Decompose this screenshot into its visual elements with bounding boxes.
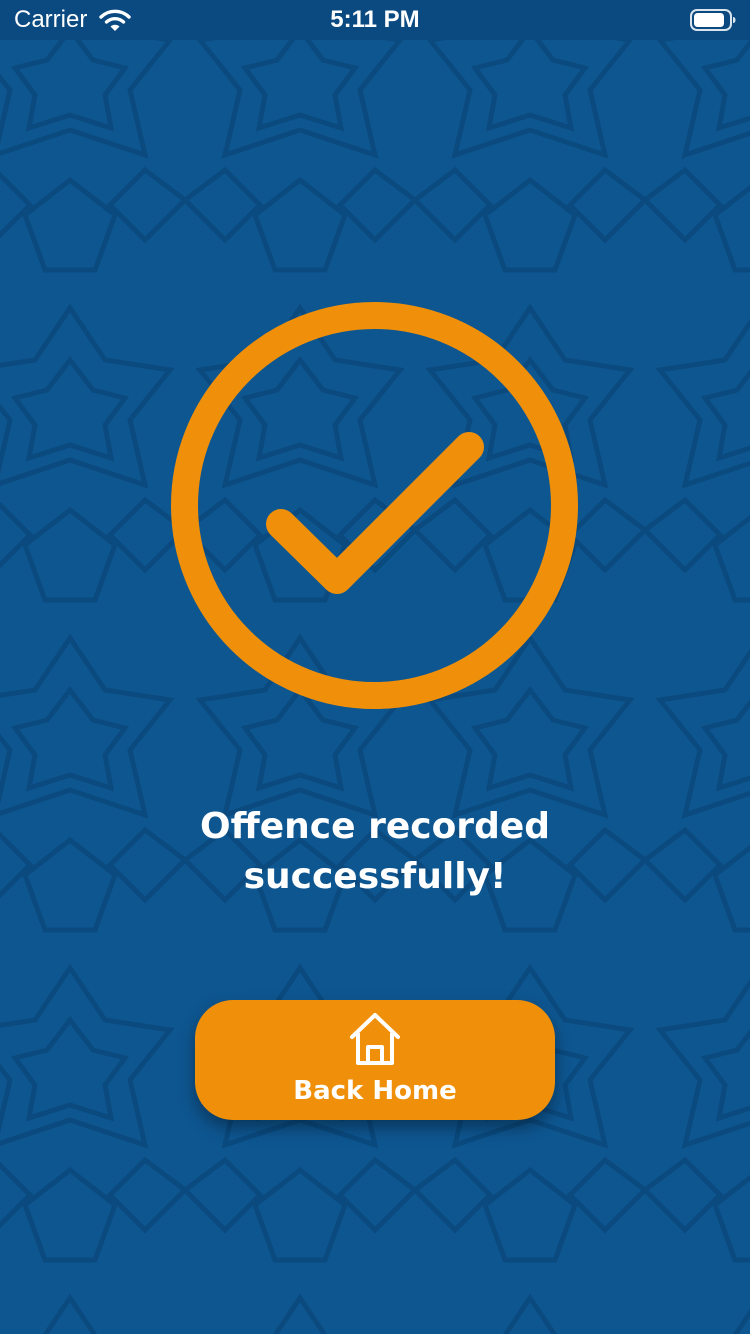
confirmation-screen: Carrier 5:11 PM Offence recorded success… xyxy=(0,0,750,1334)
back-home-button[interactable]: Back Home xyxy=(195,1000,555,1120)
success-message-line-1: Offence recorded xyxy=(199,806,551,847)
home-icon xyxy=(350,1013,400,1065)
battery-icon xyxy=(690,9,736,31)
success-message-line-2: successfully! xyxy=(243,856,507,897)
success-message: Offence recorded successfully! xyxy=(100,802,650,902)
check-circle-icon xyxy=(171,302,578,709)
back-home-label: Back Home xyxy=(293,1076,457,1106)
status-time: 5:11 PM xyxy=(330,6,420,33)
status-bar: Carrier 5:11 PM xyxy=(0,0,750,40)
